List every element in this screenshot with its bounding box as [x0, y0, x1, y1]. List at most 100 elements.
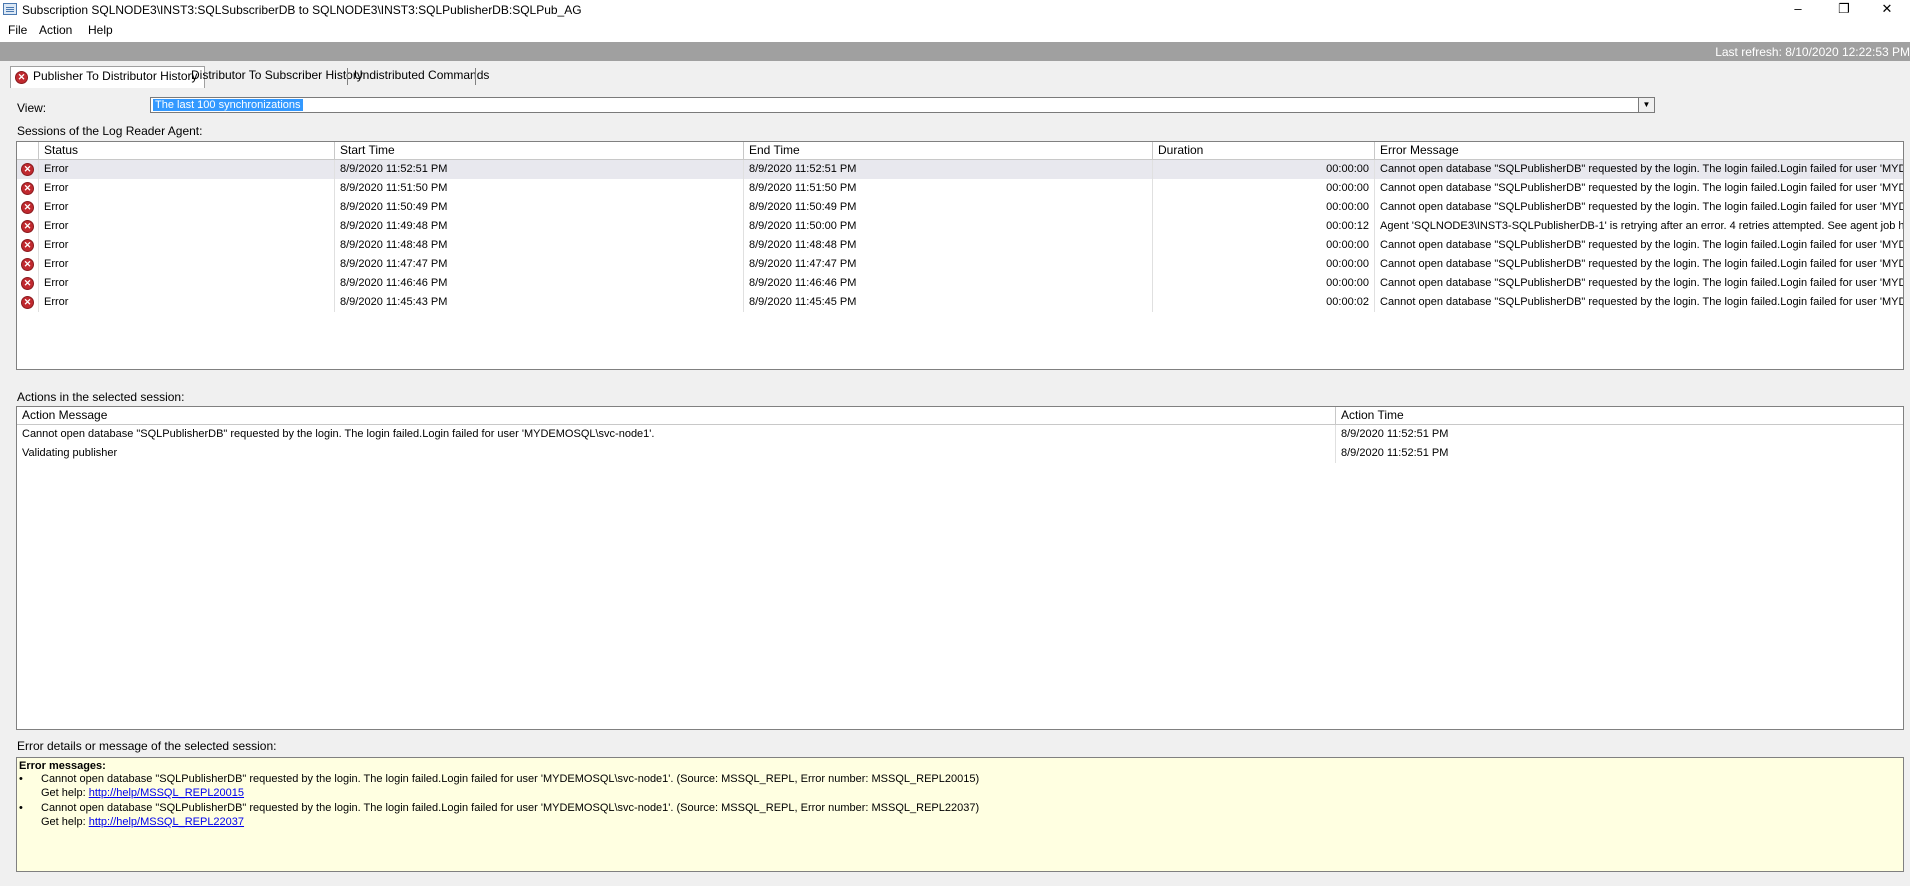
cell-message: Agent 'SQLNODE3\INST3-SQLPublisherDB-1' … — [1375, 217, 1903, 236]
tab-undistributed-commands[interactable]: Undistributed Commands — [354, 66, 489, 85]
error-icon: ✕ — [21, 201, 34, 214]
cell-message: Cannot open database "SQLPublisherDB" re… — [1375, 293, 1903, 312]
row-indicator: ✕ — [17, 217, 39, 236]
table-row[interactable]: ✕ Error 8/9/2020 11:46:46 PM 8/9/2020 11:46… — [17, 274, 1903, 293]
cell-action-message: Validating publisher — [17, 444, 1336, 463]
tab-label: Publisher To Distributor History — [33, 69, 198, 83]
error-message-2: Cannot open database "SQLPublisherDB" re… — [41, 802, 980, 814]
sessions-grid-header: Status Start Time End Time Duration Erro… — [17, 142, 1903, 160]
get-help-label: Get help: — [41, 816, 86, 828]
cell-message: Cannot open database "SQLPublisherDB" re… — [1375, 198, 1903, 217]
cell-action-time: 8/9/2020 11:52:51 PM — [1336, 425, 1903, 444]
actions-label: Actions in the selected session: — [17, 390, 185, 404]
column-header-action-time[interactable]: Action Time — [1336, 407, 1903, 424]
cell-duration: 00:00:00 — [1153, 274, 1375, 293]
row-indicator-header — [17, 142, 39, 159]
cell-duration: 00:00:00 — [1153, 198, 1375, 217]
tab-publisher-to-distributor[interactable]: ✕ Publisher To Distributor History — [10, 66, 205, 88]
table-row[interactable]: ✕ Error 8/9/2020 11:49:48 PM 8/9/2020 11:50… — [17, 217, 1903, 236]
cell-end: 8/9/2020 11:45:45 PM — [744, 293, 1153, 312]
cell-duration: 00:00:00 — [1153, 255, 1375, 274]
error-details-panel: Error messages: • Cannot open database "… — [16, 757, 1904, 872]
actions-grid[interactable]: Action Message Action Time Cannot open d… — [16, 406, 1904, 730]
cell-end: 8/9/2020 11:47:47 PM — [744, 255, 1153, 274]
get-help-label: Get help: — [41, 787, 86, 799]
cell-duration: 00:00:12 — [1153, 217, 1375, 236]
restore-button[interactable]: ❐ — [1821, 0, 1867, 20]
menu-help[interactable]: Help — [88, 23, 113, 37]
bullet: • — [19, 802, 23, 814]
cell-action-message: Cannot open database "SQLPublisherDB" re… — [17, 425, 1336, 444]
table-row[interactable]: ✕ Error 8/9/2020 11:45:43 PM 8/9/2020 11:45… — [17, 293, 1903, 312]
error-icon: ✕ — [21, 220, 34, 233]
cell-end: 8/9/2020 11:50:00 PM — [744, 217, 1153, 236]
error-icon: ✕ — [21, 277, 34, 290]
column-header-start-time[interactable]: Start Time — [335, 142, 744, 159]
cell-start: 8/9/2020 11:49:48 PM — [335, 217, 744, 236]
cell-duration: 00:00:02 — [1153, 293, 1375, 312]
view-selected-value: The last 100 synchronizations — [153, 99, 303, 111]
last-refresh-text: Last refresh: 8/10/2020 12:22:53 PM — [1715, 45, 1910, 59]
column-header-error-message[interactable]: Error Message — [1375, 142, 1903, 159]
cell-status: Error — [39, 160, 335, 179]
menu-action[interactable]: Action — [39, 23, 72, 37]
cell-start: 8/9/2020 11:45:43 PM — [335, 293, 744, 312]
error-icon: ✕ — [21, 296, 34, 309]
error-icon: ✕ — [21, 258, 34, 271]
view-dropdown[interactable]: The last 100 synchronizations ▼ — [150, 97, 1655, 113]
cell-end: 8/9/2020 11:48:48 PM — [744, 236, 1153, 255]
row-indicator: ✕ — [17, 255, 39, 274]
cell-end: 8/9/2020 11:50:49 PM — [744, 198, 1153, 217]
column-header-end-time[interactable]: End Time — [744, 142, 1153, 159]
error-message-1: Cannot open database "SQLPublisherDB" re… — [41, 773, 980, 785]
cell-duration: 00:00:00 — [1153, 179, 1375, 198]
cell-status: Error — [39, 198, 335, 217]
menu-file[interactable]: File — [8, 23, 27, 37]
cell-start: 8/9/2020 11:47:47 PM — [335, 255, 744, 274]
row-indicator: ✕ — [17, 236, 39, 255]
cell-start: 8/9/2020 11:50:49 PM — [335, 198, 744, 217]
error-messages-heading: Error messages: — [19, 760, 106, 772]
row-indicator: ✕ — [17, 179, 39, 198]
cell-status: Error — [39, 217, 335, 236]
column-header-status[interactable]: Status — [39, 142, 335, 159]
cell-action-time: 8/9/2020 11:52:51 PM — [1336, 444, 1903, 463]
cell-status: Error — [39, 179, 335, 198]
close-button[interactable]: ✕ — [1864, 0, 1910, 20]
cell-message: Cannot open database "SQLPublisherDB" re… — [1375, 236, 1903, 255]
column-header-action-message[interactable]: Action Message — [17, 407, 1336, 424]
chevron-down-icon[interactable]: ▼ — [1638, 98, 1654, 112]
help-link-2[interactable]: http://help/MSSQL_REPL22037 — [89, 816, 244, 828]
table-row[interactable]: ✕ Error 8/9/2020 11:48:48 PM 8/9/2020 11:48… — [17, 236, 1903, 255]
table-row[interactable]: Validating publisher 8/9/2020 11:52:51 PM — [17, 444, 1903, 463]
cell-duration: 00:00:00 — [1153, 236, 1375, 255]
cell-duration: 00:00:00 — [1153, 160, 1375, 179]
table-row[interactable]: ✕ Error 8/9/2020 11:51:50 PM 8/9/2020 11:51… — [17, 179, 1903, 198]
sessions-grid[interactable]: Status Start Time End Time Duration Erro… — [16, 141, 1904, 370]
bullet: • — [19, 773, 23, 785]
row-indicator: ✕ — [17, 274, 39, 293]
get-help-2: Get help: http://help/MSSQL_REPL22037 — [41, 816, 244, 828]
row-indicator: ✕ — [17, 160, 39, 179]
tab-distributor-to-subscriber[interactable]: Distributor To Subscriber History — [191, 66, 363, 85]
cell-start: 8/9/2020 11:52:51 PM — [335, 160, 744, 179]
cell-message: Cannot open database "SQLPublisherDB" re… — [1375, 160, 1903, 179]
table-row[interactable]: ✕ Error 8/9/2020 11:47:47 PM 8/9/2020 11:47… — [17, 255, 1903, 274]
table-row[interactable]: ✕ Error 8/9/2020 11:52:51 PM 8/9/2020 11:52… — [17, 160, 1903, 179]
error-icon: ✕ — [21, 163, 34, 176]
help-link-1[interactable]: http://help/MSSQL_REPL20015 — [89, 787, 244, 799]
details-label: Error details or message of the selected… — [17, 739, 277, 753]
row-indicator: ✕ — [17, 198, 39, 217]
minimize-button[interactable]: – — [1775, 0, 1821, 20]
window-title: Subscription SQLNODE3\INST3:SQLSubscribe… — [22, 3, 582, 17]
table-row[interactable]: Cannot open database "SQLPublisherDB" re… — [17, 425, 1903, 444]
cell-status: Error — [39, 293, 335, 312]
table-row[interactable]: ✕ Error 8/9/2020 11:50:49 PM 8/9/2020 11:50… — [17, 198, 1903, 217]
cell-end: 8/9/2020 11:46:46 PM — [744, 274, 1153, 293]
cell-status: Error — [39, 236, 335, 255]
cell-start: 8/9/2020 11:51:50 PM — [335, 179, 744, 198]
cell-status: Error — [39, 255, 335, 274]
column-header-duration[interactable]: Duration — [1153, 142, 1375, 159]
error-icon: ✕ — [15, 71, 28, 84]
actions-grid-header: Action Message Action Time — [17, 407, 1903, 425]
